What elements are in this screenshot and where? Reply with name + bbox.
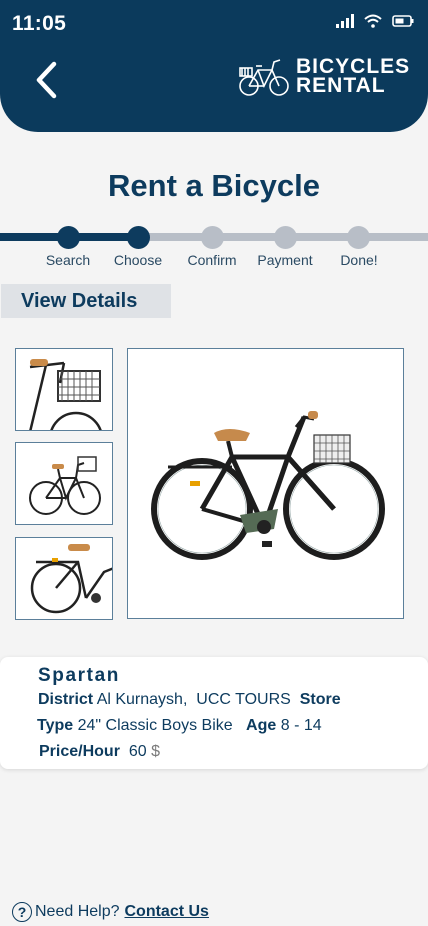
help-text: Need Help?: [35, 903, 120, 920]
bicycle-photo: [151, 411, 385, 560]
price-row: Price/Hour 60 $: [39, 743, 160, 761]
status-time: 11:05: [12, 12, 67, 35]
bike-thumbnail-2[interactable]: [15, 442, 113, 525]
type-label: Type: [37, 717, 74, 734]
step-dot-confirm: [201, 226, 224, 249]
price-value: 60: [128, 743, 147, 760]
district-value: Al Kurnaysh,: [96, 691, 188, 708]
age-value: 8 - 14: [280, 717, 322, 734]
status-icons: [336, 14, 414, 28]
progress-stepper: Search Choose Confirm Payment Done!: [0, 222, 428, 272]
help-footer: ? Need Help? Contact Us: [12, 902, 209, 922]
store-value: UCC TOURS: [196, 691, 291, 708]
app-header: 11:05 BICYCLES RENTAL: [0, 0, 428, 132]
location-row: District Al Kurnaysh, UCC TOURS Store: [38, 691, 341, 709]
bike-details-card: Spartan District Al Kurnaysh, UCC TOURS …: [0, 657, 428, 769]
brand-line-2: RENTAL: [296, 74, 386, 97]
battery-icon: [392, 15, 414, 27]
wifi-icon: [364, 14, 382, 28]
bike-basket-closeup-image: [29, 359, 102, 430]
brand-name: BICYCLES RENTAL: [296, 56, 410, 97]
question-circle-icon: ?: [12, 902, 32, 922]
bike-rear-view-image: [30, 544, 112, 614]
bike-thumbnail-1[interactable]: [15, 348, 113, 431]
district-label: District: [38, 691, 94, 708]
bike-thumbnail-3[interactable]: [15, 537, 113, 620]
chevron-left-icon: [36, 61, 57, 99]
price-label: Price/Hour: [39, 743, 120, 760]
age-label: Age: [246, 717, 277, 734]
step-dot-search: [57, 226, 80, 249]
currency-symbol: $: [151, 743, 160, 760]
contact-us-link[interactable]: Contact Us: [125, 903, 209, 921]
type-age-row: Type 24" Classic Boys Bike Age 8 - 14: [37, 717, 322, 735]
step-dot-done: [347, 226, 370, 249]
bike-main-image: [127, 348, 404, 619]
step-label-search: Search: [45, 252, 91, 268]
step-label-confirm: Confirm: [187, 252, 237, 268]
bicycle-logo-icon: [239, 59, 289, 96]
store-label: Store: [299, 691, 341, 708]
step-dot-choose: [127, 226, 150, 249]
step-label-done: Done!: [340, 252, 378, 268]
bike-name: Spartan: [38, 665, 120, 686]
view-details-tab[interactable]: View Details: [1, 284, 171, 318]
brand-logo: BICYCLES RENTAL: [238, 54, 410, 98]
bike-full-view-image: [29, 456, 101, 515]
step-label-payment: Payment: [257, 252, 313, 268]
back-button[interactable]: [26, 58, 66, 102]
page-title: Rent a Bicycle: [108, 168, 320, 203]
step-label-choose: Choose: [113, 252, 163, 268]
step-dot-payment: [274, 226, 297, 249]
type-value: 24" Classic Boys Bike: [77, 717, 233, 734]
signal-icon: [336, 14, 354, 28]
